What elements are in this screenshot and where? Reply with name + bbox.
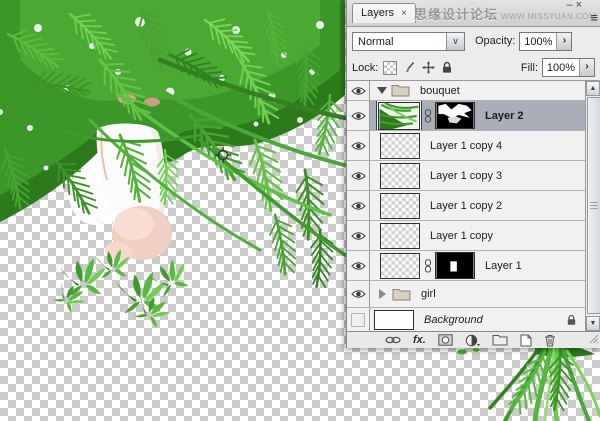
layer-row-copy2[interactable]: Layer 1 copy 2 (347, 191, 585, 221)
collapse-triangle-icon[interactable] (377, 87, 387, 94)
layer-row-copy[interactable]: Layer 1 copy (347, 221, 585, 251)
layer-row-copy4[interactable]: Layer 1 copy 4 (347, 131, 585, 161)
folder-icon (392, 288, 411, 301)
layer-style-icon[interactable]: fx. (413, 335, 426, 345)
scroll-up-icon[interactable]: ▲ (586, 81, 600, 96)
adjustment-layer-icon[interactable] (465, 334, 480, 347)
add-mask-icon[interactable] (438, 334, 453, 346)
scrollbar-grip (590, 202, 598, 210)
lock-label: Lock: (352, 62, 378, 74)
layer-list-scrollbar[interactable]: ▲ ▼ (585, 81, 600, 331)
layer-row-layer1[interactable]: Layer 1 (347, 251, 585, 281)
fill-field[interactable]: 100% › (542, 58, 595, 77)
visibility-toggle[interactable] (347, 131, 370, 160)
eye-icon (351, 261, 366, 271)
eye-icon (351, 111, 366, 121)
lock-position-icon[interactable] (422, 61, 435, 74)
tab-layers-label: Layers (361, 7, 394, 19)
lock-options-row: Lock: Fill: 100% › (347, 55, 600, 81)
layer-name: Layer 1 copy (430, 230, 493, 242)
visibility-toggle[interactable] (347, 251, 370, 280)
layer-list: bouquet (347, 81, 600, 331)
eye-icon (351, 289, 366, 299)
watermark-url-text: WWW.MISSYUAN.COM (501, 12, 596, 21)
new-layer-icon[interactable] (520, 334, 532, 347)
layer-row-copy3[interactable]: Layer 1 copy 3 (347, 161, 585, 191)
layer-row-layer2[interactable]: Layer 2 (347, 101, 585, 131)
layer-name: bouquet (420, 85, 460, 97)
fill-value[interactable]: 100% (543, 59, 579, 76)
minimize-icon[interactable]: – (566, 0, 575, 11)
opacity-arrow-icon[interactable]: › (556, 33, 571, 50)
layer-row-girl[interactable]: girl (347, 281, 585, 308)
fill-arrow-icon[interactable]: › (579, 59, 594, 76)
visibility-toggle[interactable] (347, 101, 370, 130)
layer-name: girl (421, 288, 436, 300)
blend-options-row: Normal ∨ Opacity: 100% › (347, 27, 600, 55)
layer-row-background[interactable]: Background (347, 308, 585, 331)
visibility-toggle[interactable] (347, 281, 370, 307)
link-layers-icon[interactable] (385, 335, 401, 345)
visibility-toggle[interactable] (347, 308, 370, 331)
eye-icon (351, 201, 366, 211)
layer-thumbnail[interactable] (380, 193, 420, 219)
scroll-down-icon[interactable]: ▼ (586, 316, 600, 331)
layer-thumbnail[interactable] (380, 133, 420, 159)
tab-layers[interactable]: Layers × (352, 3, 416, 23)
layer-name: Background (424, 314, 483, 326)
tab-close-icon[interactable]: × (401, 8, 407, 19)
panel-resize-grip[interactable] (589, 334, 599, 347)
visibility-toggle[interactable] (347, 81, 370, 100)
eye-icon (351, 141, 366, 151)
layer-name: Layer 1 copy 3 (430, 170, 502, 182)
layer-name: Layer 2 (485, 110, 524, 122)
layer-mask-thumbnail[interactable] (435, 102, 475, 129)
layer-thumbnail[interactable] (380, 163, 420, 189)
fill-label: Fill: (521, 62, 538, 74)
panel-toolbar: fx. (347, 331, 600, 348)
layer-name: Layer 1 (485, 260, 522, 272)
folder-icon (391, 84, 410, 97)
panel-menu-icon[interactable]: ≡ (590, 11, 598, 24)
opacity-label: Opacity: (475, 35, 515, 47)
panel-header: Layers× 思缘设计论坛 WWW.MISSYUAN.COM –× ≡ (347, 0, 600, 27)
lock-all-icon[interactable] (441, 61, 453, 74)
opacity-value[interactable]: 100% (520, 33, 556, 50)
eye-icon (351, 171, 366, 181)
mask-link-icon[interactable] (424, 109, 432, 123)
layer-thumbnail[interactable] (378, 102, 420, 130)
watermark-cn-text: 思缘设计论坛 (414, 7, 498, 22)
visibility-toggle[interactable] (347, 191, 370, 220)
delete-layer-trash-icon[interactable] (544, 334, 556, 347)
layers-panel: Layers× 思缘设计论坛 WWW.MISSYUAN.COM –× ≡ Nor… (346, 0, 600, 348)
layer-thumbnail[interactable] (374, 310, 414, 330)
layer-name: Layer 1 copy 4 (430, 140, 502, 152)
lock-pixels-brush-icon[interactable] (403, 61, 416, 74)
opacity-field[interactable]: 100% › (519, 32, 572, 51)
eye-icon (351, 231, 366, 241)
layer-thumbnail[interactable] (380, 253, 420, 279)
layer-row-bouquet[interactable]: bouquet (347, 81, 585, 101)
mask-link-icon[interactable] (424, 259, 432, 273)
lock-transparency-icon[interactable] (383, 61, 397, 75)
photoshop-workspace: Layers× 思缘设计论坛 WWW.MISSYUAN.COM –× ≡ Nor… (0, 0, 600, 421)
new-group-icon[interactable] (492, 334, 508, 346)
visibility-toggle[interactable] (347, 221, 370, 250)
blend-mode-select[interactable]: Normal ∨ (352, 32, 465, 51)
expand-triangle-icon[interactable] (379, 289, 386, 299)
layer-thumbnail[interactable] (380, 223, 420, 249)
eye-icon (351, 86, 366, 96)
blend-mode-value: Normal (353, 33, 446, 50)
visibility-toggle[interactable] (347, 161, 370, 190)
chevron-down-icon[interactable]: ∨ (446, 33, 464, 50)
scrollbar-thumb[interactable] (587, 97, 600, 314)
layer-mask-thumbnail[interactable] (435, 252, 475, 279)
locked-icon (566, 314, 577, 326)
layer-name: Layer 1 copy 2 (430, 200, 502, 212)
close-icon[interactable]: × (576, 0, 585, 11)
eye-empty-box (351, 313, 365, 327)
